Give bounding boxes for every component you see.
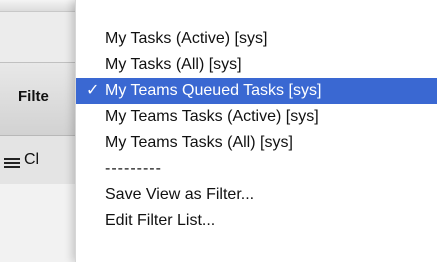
menu-item-my-teams-tasks-all[interactable]: My Teams Tasks (All) [sys] — [76, 130, 437, 156]
menu-item-label: My Tasks (Active) [sys] — [105, 30, 268, 47]
menu-item-my-teams-tasks-active[interactable]: My Teams Tasks (Active) [sys] — [76, 104, 437, 130]
menu-item-label: Save View as Filter... — [105, 186, 255, 203]
menu-item-edit-filter-list[interactable]: Edit Filter List... — [76, 208, 437, 234]
background-title-band — [0, 0, 75, 12]
menu-item-my-teams-queued-tasks[interactable]: ✓ My Teams Queued Tasks [sys] — [76, 78, 437, 104]
checkmark-icon: ✓ — [86, 82, 100, 99]
menu-item-my-tasks-active[interactable]: My Tasks (Active) [sys] — [76, 26, 437, 52]
menu-item-label: My Tasks (All) [sys] — [105, 56, 242, 73]
background-content — [0, 184, 75, 262]
menu-item-save-view-as-filter[interactable]: Save View as Filter... — [76, 182, 437, 208]
filter-popup-menu: My Tasks (Active) [sys] My Tasks (All) [… — [75, 0, 437, 262]
menu-item-my-tasks-all[interactable]: My Tasks (All) [sys] — [76, 52, 437, 78]
menu-item-label: My Teams Tasks (Active) [sys] — [105, 108, 319, 125]
class-column-label: Cl — [24, 151, 40, 168]
menu-item-label: My Teams Queued Tasks [sys] — [105, 82, 322, 99]
list-icon — [4, 158, 20, 172]
menu-item-label: Edit Filter List... — [105, 212, 216, 229]
filter-label: Filte — [18, 88, 49, 105]
menu-separator: --------- — [105, 160, 162, 177]
menu-item-label: My Teams Tasks (All) [sys] — [105, 134, 293, 151]
